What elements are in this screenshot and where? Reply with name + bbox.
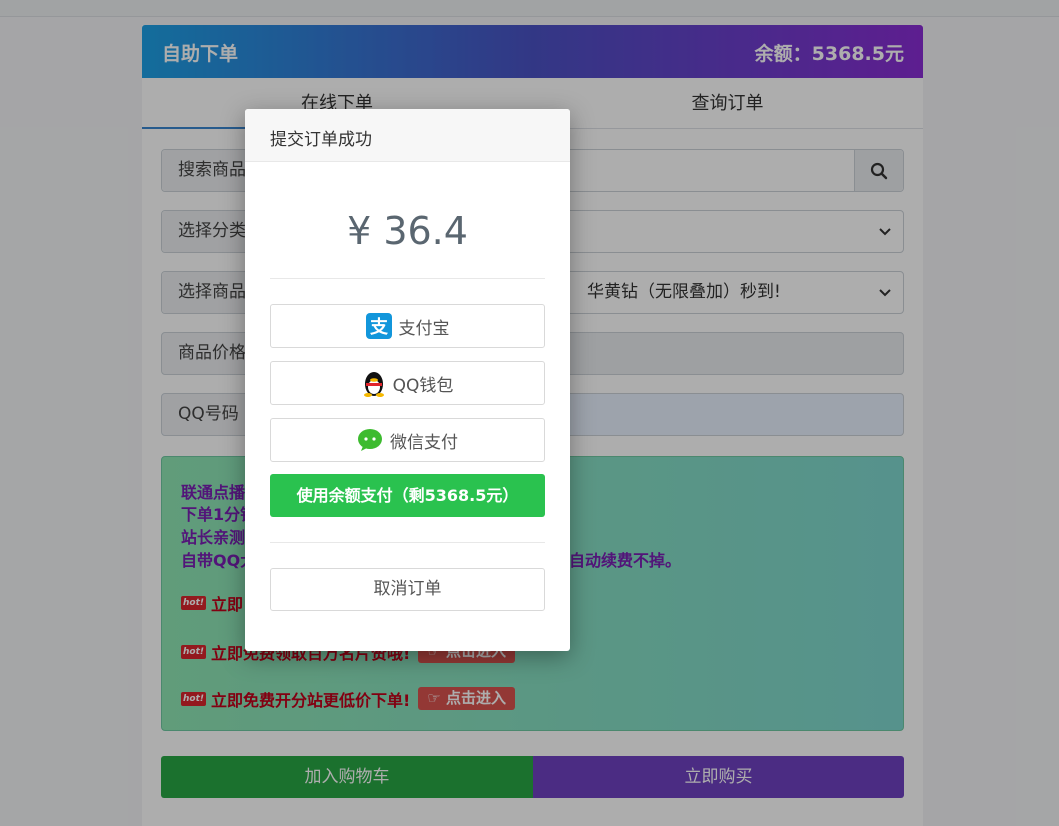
alipay-label: 支付宝: [398, 318, 450, 339]
divider: [270, 542, 545, 543]
wechat-pay-button[interactable]: 微信支付: [270, 418, 545, 462]
alipay-icon: 支: [365, 313, 392, 339]
qq-penguin-icon: [362, 369, 386, 397]
wechat-pay-label: 微信支付: [390, 432, 458, 453]
wechat-icon: [357, 428, 383, 452]
qqwallet-button[interactable]: QQ钱包: [270, 361, 545, 405]
order-amount: ¥ 36.4: [347, 209, 468, 253]
modal-header: 提交订单成功: [245, 109, 570, 162]
svg-text:支: 支: [369, 316, 389, 338]
qqwallet-label: QQ钱包: [392, 375, 454, 396]
modal-title: 提交订单成功: [270, 130, 372, 150]
payment-modal: 提交订单成功 ¥ 36.4 支 支付宝 QQ钱包 微信支付 使用余额支付（剩53…: [245, 109, 570, 651]
balance-pay-button[interactable]: 使用余额支付（剩5368.5元）: [270, 474, 545, 517]
cancel-order-button[interactable]: 取消订单: [270, 568, 545, 611]
alipay-button[interactable]: 支 支付宝: [270, 304, 545, 348]
divider: [270, 278, 545, 279]
